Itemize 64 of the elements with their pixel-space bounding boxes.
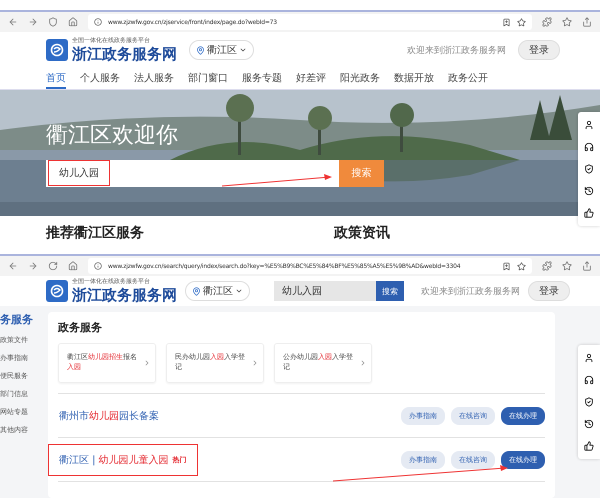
user-icon[interactable] — [584, 353, 594, 363]
back-icon[interactable] — [8, 261, 18, 271]
home-icon[interactable] — [68, 261, 78, 271]
star-icon[interactable] — [517, 18, 526, 26]
bookmark-icon[interactable] — [502, 18, 511, 26]
login-button[interactable]: 登录 — [518, 40, 560, 60]
banner-title: 衢江区欢迎你 — [46, 122, 178, 150]
nav-tab[interactable]: 政务公开 — [448, 68, 488, 89]
welcome-text: 欢迎来到浙江政务服务网 — [421, 286, 520, 298]
nav-tab[interactable]: 部门窗口 — [188, 68, 228, 89]
bookmark-icon[interactable] — [502, 262, 511, 270]
puzzle-icon[interactable] — [542, 17, 552, 27]
login-button[interactable]: 登录 — [528, 281, 570, 301]
user-icon[interactable] — [584, 120, 594, 130]
chevron-down-icon — [239, 46, 247, 54]
search-button[interactable]: 搜索 — [376, 281, 404, 301]
panel-title: 政务服务 — [58, 320, 103, 335]
search-field[interactable]: 幼儿入园 — [46, 160, 339, 186]
back-icon[interactable] — [8, 17, 18, 27]
chevron-right-icon — [251, 359, 259, 367]
logo-title: 浙江政务服务网 — [72, 286, 177, 305]
pin-icon — [192, 286, 201, 296]
thumbs-up-icon[interactable] — [584, 441, 594, 451]
pin-icon — [196, 46, 205, 54]
forward-icon[interactable] — [28, 17, 38, 27]
thumbs-up-icon[interactable] — [584, 208, 594, 218]
info-icon — [94, 18, 102, 26]
shield-icon[interactable] — [584, 397, 594, 407]
search-field[interactable]: 幼儿入园 — [274, 281, 376, 301]
section-title: 推荐衢江区服务 — [46, 224, 144, 242]
shield-icon[interactable] — [584, 164, 594, 174]
chevron-right-icon — [143, 359, 151, 367]
chevron-right-icon — [359, 359, 367, 367]
share-icon[interactable] — [582, 261, 592, 271]
welcome-text: 欢迎来到浙江政务服务网 — [407, 44, 506, 56]
favorites-icon[interactable] — [562, 17, 572, 27]
headset-icon[interactable] — [584, 375, 594, 385]
logo-title: 浙江政务服务网 — [72, 45, 177, 64]
result-link[interactable]: 衢州市幼儿园园长备案 — [48, 400, 170, 432]
location-selector[interactable]: 衢江区 — [189, 40, 254, 60]
forward-icon[interactable] — [28, 261, 38, 271]
nav-tab[interactable]: 法人服务 — [134, 68, 174, 89]
chevron-down-icon — [235, 287, 243, 295]
logo-icon[interactable] — [46, 39, 68, 61]
share-icon[interactable] — [582, 17, 592, 27]
favorites-icon[interactable] — [562, 261, 572, 271]
history-icon[interactable] — [584, 419, 594, 429]
headset-icon[interactable] — [584, 142, 594, 152]
info-icon — [94, 262, 102, 270]
nav-tab[interactable]: 阳光政务 — [340, 68, 380, 89]
search-text: 幼儿入园 — [48, 160, 110, 186]
logo-icon[interactable] — [46, 280, 68, 302]
sidebar-title: 务服务 — [0, 312, 34, 327]
star-icon[interactable] — [517, 262, 526, 270]
puzzle-icon[interactable] — [542, 261, 552, 271]
reload-icon[interactable] — [48, 261, 58, 271]
nav-tab[interactable]: 服务专题 — [242, 68, 282, 89]
location-selector[interactable]: 衢江区 — [185, 281, 250, 301]
section-title: 政策资讯 — [334, 224, 390, 242]
nav-tab[interactable]: 数据开放 — [394, 68, 434, 89]
nav-tab[interactable]: 好差评 — [296, 68, 326, 89]
history-icon[interactable] — [584, 186, 594, 196]
home-icon[interactable] — [68, 17, 78, 27]
nav-tab[interactable]: 个人服务 — [80, 68, 120, 89]
